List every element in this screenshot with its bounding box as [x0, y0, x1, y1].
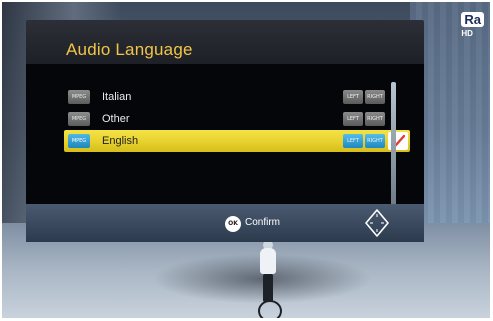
dialog-header: Audio Language	[26, 20, 424, 64]
left-channel-badge[interactable]: LEFT	[343, 90, 363, 104]
tv-screen: Ra HD Audio Language MPEG Italian LEFT R…	[2, 2, 490, 318]
audio-track-row-other[interactable]: MPEG Other LEFT RIGHT	[64, 108, 410, 130]
ok-key-icon: OK	[225, 216, 241, 232]
navigation-arrows-icon	[365, 209, 389, 237]
audio-track-row-english[interactable]: MPEG English LEFT RIGHT	[64, 130, 410, 152]
codec-badge: MPEG	[68, 112, 90, 126]
channel-logo: Ra HD	[461, 12, 484, 38]
right-channel-badge[interactable]: RIGHT	[365, 90, 385, 104]
right-channel-badge[interactable]: RIGHT	[365, 134, 385, 148]
scrollbar-thumb[interactable]	[391, 82, 396, 206]
list-scrollbar[interactable]	[391, 82, 396, 206]
codec-badge: MPEG	[68, 90, 90, 104]
codec-badge: MPEG	[68, 134, 90, 148]
dialog-title: Audio Language	[66, 40, 193, 59]
track-language: English	[102, 135, 139, 147]
track-language: Other	[102, 113, 130, 125]
left-channel-badge[interactable]: LEFT	[343, 134, 363, 148]
channel-logo-sub: HD	[461, 29, 473, 38]
dialog-body: MPEG Italian LEFT RIGHT MPEG Other LEFT …	[26, 64, 424, 218]
audio-language-dialog: Audio Language MPEG Italian LEFT RIGHT M…	[26, 20, 424, 242]
audio-track-row-italian[interactable]: MPEG Italian LEFT RIGHT	[64, 86, 410, 108]
channel-logo-text: Ra	[461, 12, 484, 27]
track-language: Italian	[102, 91, 132, 103]
right-channel-badge[interactable]: RIGHT	[365, 112, 385, 126]
confirm-hint: Confirm	[245, 217, 281, 228]
left-channel-badge[interactable]: LEFT	[343, 112, 363, 126]
cyclist-figure	[254, 240, 282, 318]
audio-track-list: MPEG Italian LEFT RIGHT MPEG Other LEFT …	[64, 86, 410, 152]
dialog-footer: OK Confirm	[26, 204, 424, 242]
